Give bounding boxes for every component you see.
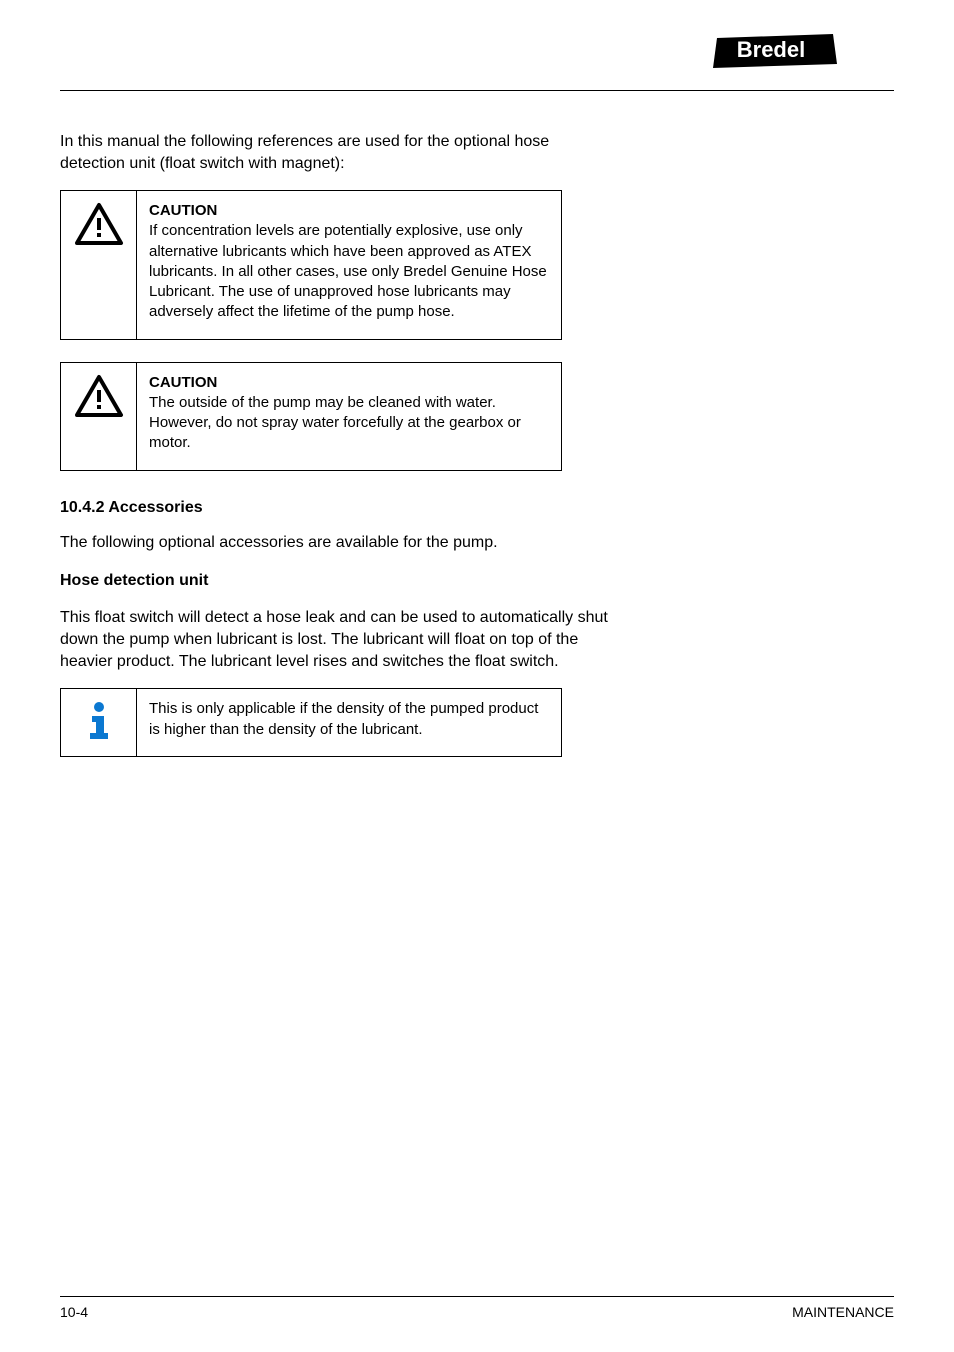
callout-heading: CAUTION bbox=[149, 201, 549, 221]
warning-icon bbox=[61, 191, 137, 339]
section-heading: 10.4.2 Accessories bbox=[60, 497, 615, 519]
callout-body: The outside of the pump may be cleaned w… bbox=[149, 394, 521, 452]
page-header: Bredel bbox=[60, 30, 894, 90]
caution-box: CAUTION The outside of the pump may be c… bbox=[60, 362, 562, 471]
callout-body: This is only applicable if the density o… bbox=[149, 700, 538, 737]
accessories-detail: This float switch will detect a hose lea… bbox=[60, 607, 615, 672]
accessories-intro: The following optional accessories are a… bbox=[60, 532, 615, 554]
intro-paragraph: In this manual the following references … bbox=[60, 131, 615, 174]
warning-icon bbox=[61, 363, 137, 470]
brand-logo-text: Bredel bbox=[737, 37, 805, 62]
info-box: This is only applicable if the density o… bbox=[60, 688, 562, 757]
brand-logo: Bredel bbox=[711, 34, 839, 70]
page-number: 10-4 bbox=[60, 1303, 88, 1322]
caution-box: CAUTION If concentration levels are pote… bbox=[60, 190, 562, 340]
page-footer: 10-4 MAINTENANCE bbox=[60, 1296, 894, 1322]
info-icon bbox=[61, 689, 137, 756]
subsection-heading: Hose detection unit bbox=[60, 572, 208, 589]
callout-heading: CAUTION bbox=[149, 373, 549, 393]
footer-title: MAINTENANCE bbox=[792, 1303, 894, 1322]
callout-body: If concentration levels are potentially … bbox=[149, 222, 547, 320]
